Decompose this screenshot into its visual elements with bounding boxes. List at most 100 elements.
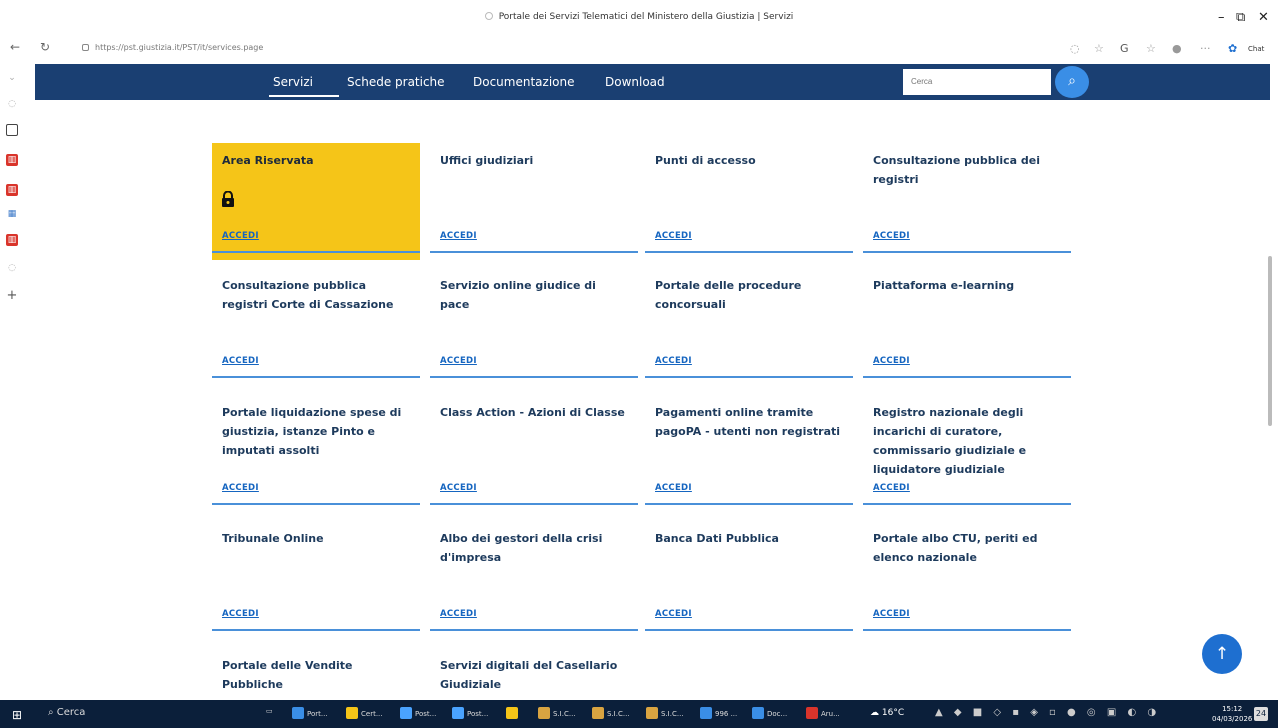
browser-sidebar: ⌄ ◌ ▥ ▥ ▦ ▥ ◌ + (0, 62, 24, 700)
service-tile-title: Portale delle procedure concorsuali (655, 279, 802, 311)
accedi-link[interactable]: ACCEDI (655, 609, 692, 619)
tile-divider (863, 251, 1071, 253)
back-icon[interactable]: ← (10, 40, 20, 54)
weather-widget[interactable]: ☁ 16°C (870, 708, 904, 718)
service-tile-title: Portale liquidazione spese di giustizia,… (222, 406, 402, 457)
taskbar-app-label: S.I.C... (661, 710, 684, 718)
nav-documentazione[interactable]: Documentazione (473, 75, 574, 89)
url-field[interactable]: https://pst.giustizia.it/PST/it/services… (82, 43, 263, 52)
app-icon[interactable]: ▥ (6, 184, 18, 196)
back-to-top-button[interactable]: ↑ (1202, 634, 1242, 674)
taskbar-app[interactable]: S.I.C... (646, 707, 684, 719)
accedi-link[interactable]: ACCEDI (222, 609, 259, 619)
accedi-link[interactable]: ACCEDI (222, 231, 259, 241)
accedi-link[interactable]: ACCEDI (873, 231, 910, 241)
service-tile: Punti di accesso ACCEDI (645, 143, 853, 260)
tile-divider (430, 629, 638, 631)
taskbar-app[interactable]: Post... (400, 707, 436, 719)
accedi-link[interactable]: ACCEDI (440, 483, 477, 493)
taskbar-app[interactable]: Port... (292, 707, 328, 719)
add-icon[interactable]: + (6, 289, 18, 302)
taskbar-app[interactable]: Cert... (346, 707, 383, 719)
chat-label[interactable]: Chat (1248, 45, 1264, 53)
accedi-link[interactable]: ACCEDI (440, 356, 477, 366)
accedi-link[interactable]: ACCEDI (440, 231, 477, 241)
accedi-link[interactable]: ACCEDI (873, 483, 910, 493)
restore-icon[interactable]: ⧉ (1236, 10, 1245, 25)
favorites-icon[interactable]: ☆ (1146, 42, 1156, 55)
system-tray[interactable]: ▲ ◆ ■ ◇ ▪ ◈ ▫ ● ◎ ▣ ◐ ◑ (935, 707, 1160, 718)
profile-icon[interactable]: ● (1172, 42, 1182, 55)
weather-temp: 16°C (881, 708, 905, 718)
task-view-icon[interactable]: ▭ (266, 707, 273, 715)
grid-app-icon[interactable]: ▦ (6, 208, 18, 220)
service-tile: Consultazione pubblica dei registri ACCED… (863, 143, 1071, 260)
tile-divider (212, 503, 420, 505)
tile-divider (212, 251, 420, 253)
app-icon (506, 707, 518, 719)
taskbar-app[interactable]: Post... (452, 707, 488, 719)
minimize-icon[interactable]: – (1218, 10, 1225, 25)
accedi-link[interactable]: ACCEDI (655, 483, 692, 493)
app-icon (806, 707, 818, 719)
accedi-link[interactable]: ACCEDI (655, 356, 692, 366)
app-icon (400, 707, 412, 719)
service-tile: Banca Dati Pubblica ACCEDI (645, 521, 853, 641)
app-icon (538, 707, 550, 719)
app-icon[interactable]: ▥ (6, 234, 18, 246)
search-button[interactable]: ⌕ (1055, 66, 1089, 98)
taskbar-app[interactable]: Aru... (806, 707, 840, 719)
padlock-icon (222, 191, 234, 207)
accedi-link[interactable]: ACCEDI (655, 231, 692, 241)
loading-icon[interactable]: ◌ (6, 98, 18, 110)
taskbar-search[interactable]: ⌕ Cerca (48, 707, 85, 718)
nav-download[interactable]: Download (605, 75, 665, 89)
search-input[interactable] (903, 69, 1051, 95)
nav-servizi[interactable]: Servizi (273, 75, 313, 89)
chevron-down-icon[interactable]: ⌄ (6, 72, 18, 84)
accedi-link[interactable]: ACCEDI (222, 483, 259, 493)
tile-divider (430, 503, 638, 505)
nav-schede-pratiche[interactable]: Schede pratiche (347, 75, 445, 89)
taskbar-app[interactable] (506, 707, 521, 719)
site-nav: Servizi Schede pratiche Documentazione D… (35, 64, 1270, 100)
service-tile-title: Servizio online giudice di pace (440, 279, 596, 311)
favorite-star-icon[interactable]: ☆ (1094, 42, 1104, 55)
more-icon[interactable]: ··· (1200, 42, 1211, 55)
service-tile: Albo dei gestori della crisi d'impresa AC… (430, 521, 638, 641)
app-icon[interactable]: ▥ (6, 154, 18, 166)
accedi-link[interactable]: ACCEDI (222, 356, 259, 366)
windows-start-icon[interactable]: ⊞ (12, 708, 22, 722)
calendar-icon[interactable] (6, 124, 18, 136)
taskbar-app-label: Port... (307, 710, 328, 718)
taskbar-app[interactable]: 996 ... (700, 707, 737, 719)
tile-divider (645, 503, 853, 505)
tile-divider (645, 251, 853, 253)
refresh-extension-icon[interactable]: G (1120, 42, 1129, 55)
service-tile-title: Albo dei gestori della crisi d'impresa (440, 532, 603, 564)
url-text: https://pst.giustizia.it/PST/it/services… (95, 43, 264, 52)
accedi-link[interactable]: ACCEDI (440, 609, 477, 619)
tile-divider (863, 503, 1071, 505)
close-icon[interactable]: ✕ (1258, 10, 1269, 25)
app-icon (646, 707, 658, 719)
service-tile-title: Registro nazionale degli incarichi di cu… (873, 406, 1027, 476)
taskbar-app-label: Doc... (767, 710, 788, 718)
app-icon (452, 707, 464, 719)
clock[interactable]: 15:12 04/03/2026 (1212, 704, 1252, 724)
active-tab-indicator (269, 95, 339, 97)
lock-icon (82, 44, 89, 51)
read-aloud-icon[interactable]: ◌ (1070, 42, 1080, 55)
copilot-icon[interactable]: ✿ (1228, 42, 1237, 55)
accedi-link[interactable]: ACCEDI (873, 356, 910, 366)
taskbar-app[interactable]: S.I.C... (538, 707, 576, 719)
accedi-link[interactable]: ACCEDI (873, 609, 910, 619)
loading-icon[interactable]: ◌ (6, 262, 18, 274)
tile-divider (645, 376, 853, 378)
app-icon (592, 707, 604, 719)
taskbar-app[interactable]: Doc... (752, 707, 787, 719)
refresh-icon[interactable]: ↻ (40, 40, 50, 54)
taskbar-app[interactable]: S.I.C... (592, 707, 630, 719)
notification-badge[interactable]: 24 (1254, 707, 1268, 721)
page-scrollbar[interactable] (1268, 256, 1272, 426)
